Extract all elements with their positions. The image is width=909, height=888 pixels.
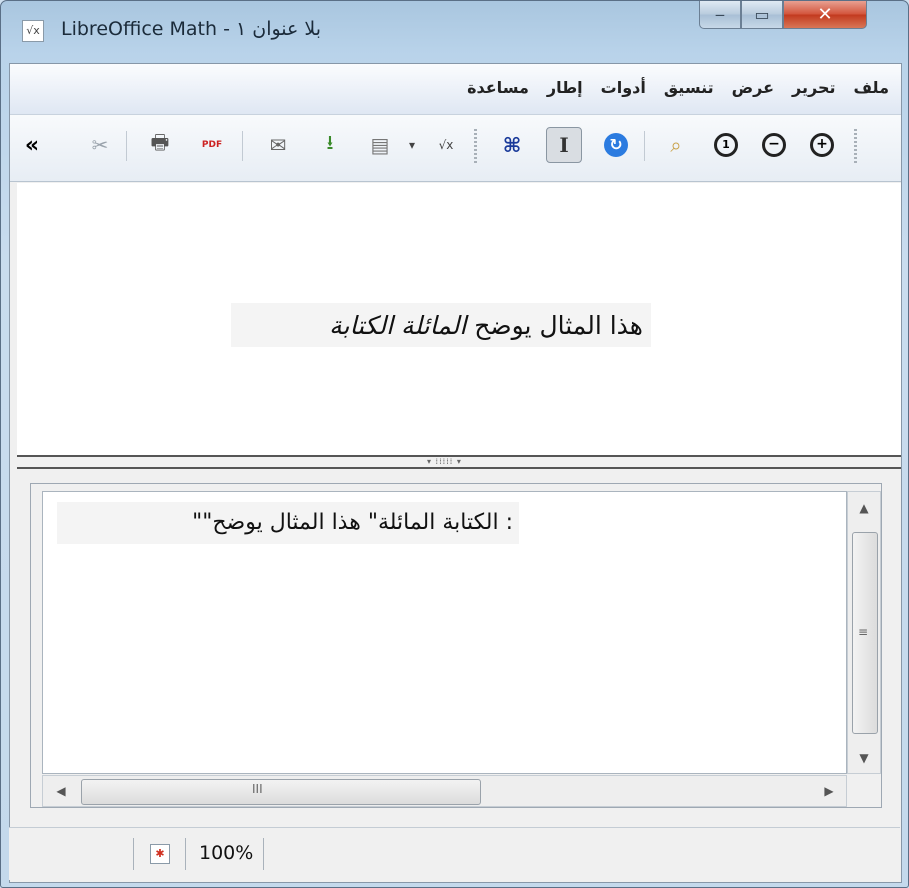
zoom-out-icon[interactable]: −: [758, 129, 790, 161]
menu-edit[interactable]: تحرير: [792, 78, 835, 97]
minimize-icon: ‒: [714, 5, 726, 24]
vertical-scrollbar[interactable]: ▲ ≡ ▼: [847, 491, 881, 774]
pane-splitter[interactable]: ▾ ⁞⁞⁞⁞⁞ ▾: [17, 455, 901, 469]
zoom-level[interactable]: 100%: [199, 842, 253, 864]
separator: [126, 131, 127, 161]
menu-items: ملف تحرير عرض تنسيق أدوات إطار مساعدة: [467, 78, 889, 97]
separator: [644, 131, 645, 161]
update-glyph: ↻: [604, 133, 628, 157]
print-icon[interactable]: 🖶: [144, 129, 176, 161]
menu-file[interactable]: ملف: [854, 78, 890, 97]
close-button[interactable]: ✕: [783, 1, 867, 29]
rendered-formula: هذا المثال يوضح المائلة الكتابة: [231, 303, 651, 347]
formula-italic-text: المائلة الكتابة: [329, 310, 467, 340]
scroll-down-icon[interactable]: ▼: [848, 744, 880, 772]
open-icon[interactable]: ▤: [364, 129, 396, 161]
zoom-in-glyph: +: [810, 133, 834, 157]
dropdown-arrow-icon[interactable]: ▾: [402, 129, 422, 161]
email-icon[interactable]: ✉: [262, 129, 294, 161]
title-bar[interactable]: √x بلا عنوان ١ - LibreOffice Math ‒ ▭ ✕: [1, 1, 908, 63]
menu-window[interactable]: إطار: [547, 78, 583, 97]
toolbar-grip[interactable]: [854, 129, 857, 163]
menu-bar: ملف تحرير عرض تنسيق أدوات إطار مساعدة: [10, 64, 901, 115]
standard-toolbar: « ✂ 🖶 PDF ✉ ⭳ ▤ ▾ √x ⌘ I ↻ ⌕ 1 − +: [10, 115, 901, 182]
zoom-out-glyph: −: [762, 133, 786, 157]
scroll-up-icon[interactable]: ▲: [848, 494, 880, 522]
formula-preview[interactable]: هذا المثال يوضح المائلة الكتابة: [17, 183, 901, 455]
status-separator: [185, 838, 186, 870]
horizontal-scroll-thumb[interactable]: III: [81, 779, 481, 805]
grip-icon: ≡: [858, 625, 869, 639]
maximize-button[interactable]: ▭: [741, 1, 783, 29]
formula-normal-text: هذا المثال يوضح: [474, 310, 643, 340]
grip-icon: III: [252, 782, 263, 796]
zoom-100-glyph: 1: [714, 133, 738, 157]
menu-format[interactable]: تنسيق: [664, 78, 714, 97]
zoom-in-icon[interactable]: +: [806, 129, 838, 161]
horizontal-scrollbar[interactable]: ◀ III ▶: [42, 775, 847, 807]
minimize-button[interactable]: ‒: [699, 1, 741, 29]
document-modified-icon[interactable]: ✱: [150, 844, 170, 864]
cut-icon[interactable]: ✂: [84, 129, 116, 161]
maximize-icon: ▭: [754, 5, 770, 24]
menu-tools[interactable]: أدوات: [601, 78, 646, 97]
symbols-icon[interactable]: ⌘: [496, 129, 528, 161]
formula-cursor-icon[interactable]: I: [546, 127, 582, 163]
show-all-icon[interactable]: ⌕: [660, 129, 692, 161]
close-icon: ✕: [817, 4, 833, 25]
menu-help[interactable]: مساعدة: [467, 78, 529, 97]
formula-icon[interactable]: √x: [22, 20, 44, 42]
splitter-grip-icon: ▾ ⁞⁞⁞⁞⁞ ▾: [427, 457, 462, 466]
scroll-right-icon[interactable]: ▶: [815, 776, 843, 806]
new-formula-icon[interactable]: √x: [430, 129, 462, 161]
command-text[interactable]: : الكتابة المائلة" هذا المثال يوضح"": [57, 502, 519, 544]
zoom-100-icon[interactable]: 1: [710, 129, 742, 161]
vertical-scroll-thumb[interactable]: ≡: [852, 532, 878, 734]
toolbar-overflow-icon[interactable]: «: [16, 129, 48, 161]
status-separator: [263, 838, 264, 870]
status-separator: [133, 838, 134, 870]
menu-view[interactable]: عرض: [732, 78, 774, 97]
separator: [242, 131, 243, 161]
scroll-left-icon[interactable]: ◀: [47, 776, 75, 806]
window-title: بلا عنوان ١ - LibreOffice Math: [61, 18, 322, 40]
save-icon[interactable]: ⭳: [314, 129, 346, 161]
commands-editor[interactable]: : الكتابة المائلة" هذا المثال يوضح"": [42, 491, 847, 774]
status-bar: ✱ 100%: [9, 827, 900, 880]
update-icon[interactable]: ↻: [600, 129, 632, 161]
export-pdf-icon[interactable]: PDF: [196, 129, 228, 161]
toolbar-grip[interactable]: [474, 129, 477, 163]
caption-buttons: ‒ ▭ ✕: [699, 1, 867, 31]
app-window: √x بلا عنوان ١ - LibreOffice Math ‒ ▭ ✕ …: [0, 0, 909, 888]
